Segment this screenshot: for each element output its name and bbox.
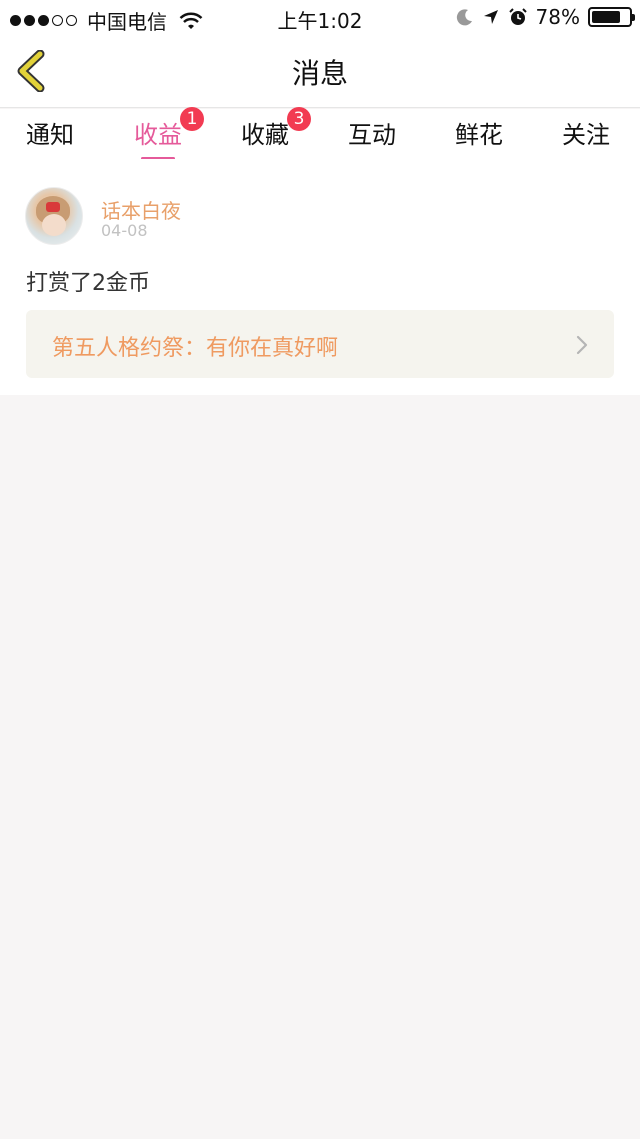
nav-header: 消息 <box>0 34 640 108</box>
tab-label: 鲜花 <box>455 121 503 149</box>
message-card: 话本白夜 04-08 打赏了2金币 第五人格约祭：有你在真好啊 <box>0 159 640 395</box>
tab-flowers[interactable]: 鲜花 <box>455 115 503 150</box>
tab-earnings[interactable]: 收益 1 <box>134 107 204 160</box>
tab-bar: 通知 收益 1 收藏 3 互动 鲜花 关注 <box>0 107 640 160</box>
tab-label: 通知 <box>26 121 74 149</box>
message-text: 打赏了2金币 <box>26 271 150 296</box>
tab-label: 关注 <box>562 121 610 149</box>
tab-label: 收藏 <box>241 121 289 149</box>
page-title: 消息 <box>291 57 348 90</box>
location-arrow-icon <box>483 10 498 24</box>
article-link[interactable]: 第五人格约祭：有你在真好啊 <box>26 310 614 378</box>
username[interactable]: 话本白夜 <box>101 195 181 224</box>
alarm-icon <box>508 8 527 25</box>
message-date: 04-08 <box>101 221 148 240</box>
moon-icon <box>456 9 472 26</box>
tab-follows[interactable]: 关注 <box>562 115 610 150</box>
article-link-title: 第五人格约祭：有你在真好啊 <box>52 336 339 361</box>
status-bar: 中国电信 上午1:02 78% <box>0 0 640 34</box>
tab-interactions[interactable]: 互动 <box>348 115 396 150</box>
tab-label: 互动 <box>348 121 396 149</box>
unread-badge: 1 <box>180 107 204 131</box>
unread-badge: 3 <box>287 107 311 131</box>
tab-favorites[interactable]: 收藏 3 <box>241 107 311 150</box>
status-right: 78% <box>456 5 635 29</box>
battery-percent: 78% <box>535 5 580 29</box>
battery-icon <box>588 7 635 27</box>
battery-fill <box>592 11 621 23</box>
tab-notifications[interactable]: 通知 <box>26 115 74 150</box>
chevron-right-icon <box>576 335 588 355</box>
tab-label: 收益 <box>134 121 182 149</box>
avatar[interactable] <box>25 187 83 245</box>
